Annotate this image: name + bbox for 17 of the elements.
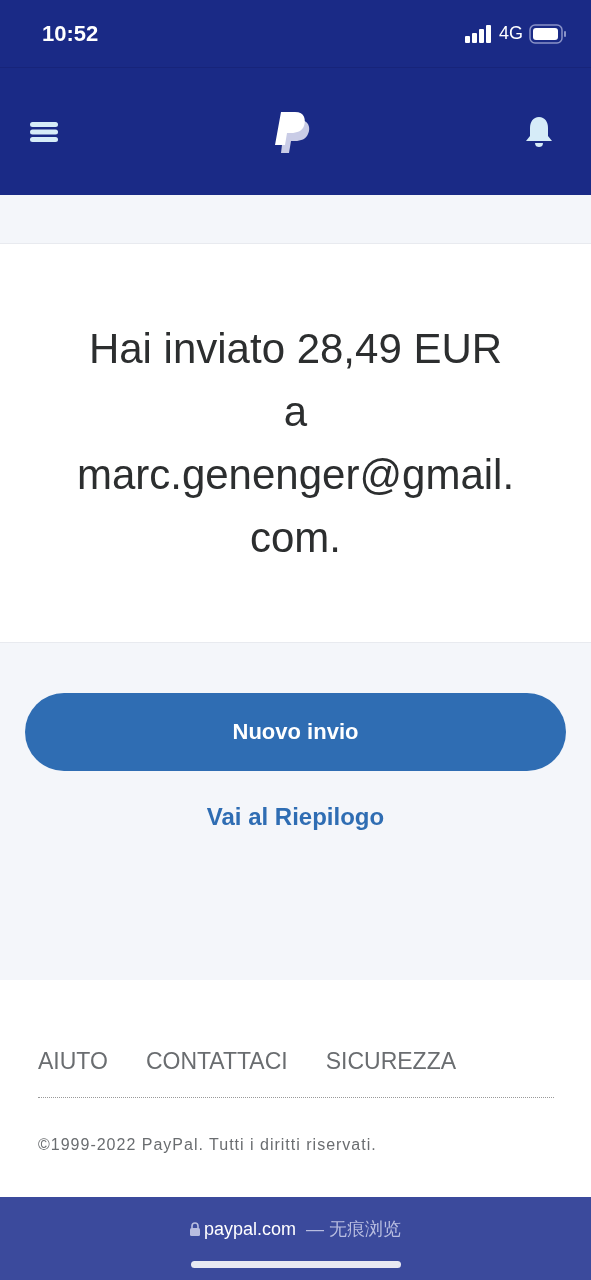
footer-link[interactable]: AIUTO	[38, 1048, 108, 1075]
status-time: 10:52	[42, 20, 99, 47]
lock-icon	[189, 1222, 200, 1236]
battery-icon	[529, 23, 567, 44]
domain-text: paypal.com	[203, 1218, 296, 1240]
network-label: 4G	[499, 23, 523, 44]
copyright-text: ©1999-2022 PayPal. Tutti i diritti riservati.	[38, 1136, 378, 1154]
signal-icon	[465, 24, 493, 43]
summary-link[interactable]: Vai al Riepilogo	[206, 803, 385, 831]
notification-bell-icon[interactable]	[525, 115, 553, 148]
new-send-button[interactable]: Nuovo invio	[25, 693, 566, 771]
menu-icon[interactable]	[29, 120, 59, 143]
footer-link[interactable]: SICUREZZA	[325, 1048, 457, 1075]
footer-link[interactable]: CONTATTACI	[145, 1048, 288, 1075]
browsing-mode-text: — 无痕浏览	[306, 1218, 402, 1241]
confirmation-message: Hai inviato 28,49 EUR a marc.genenger@gmail.com.	[75, 324, 516, 563]
logo-icon	[273, 109, 311, 154]
